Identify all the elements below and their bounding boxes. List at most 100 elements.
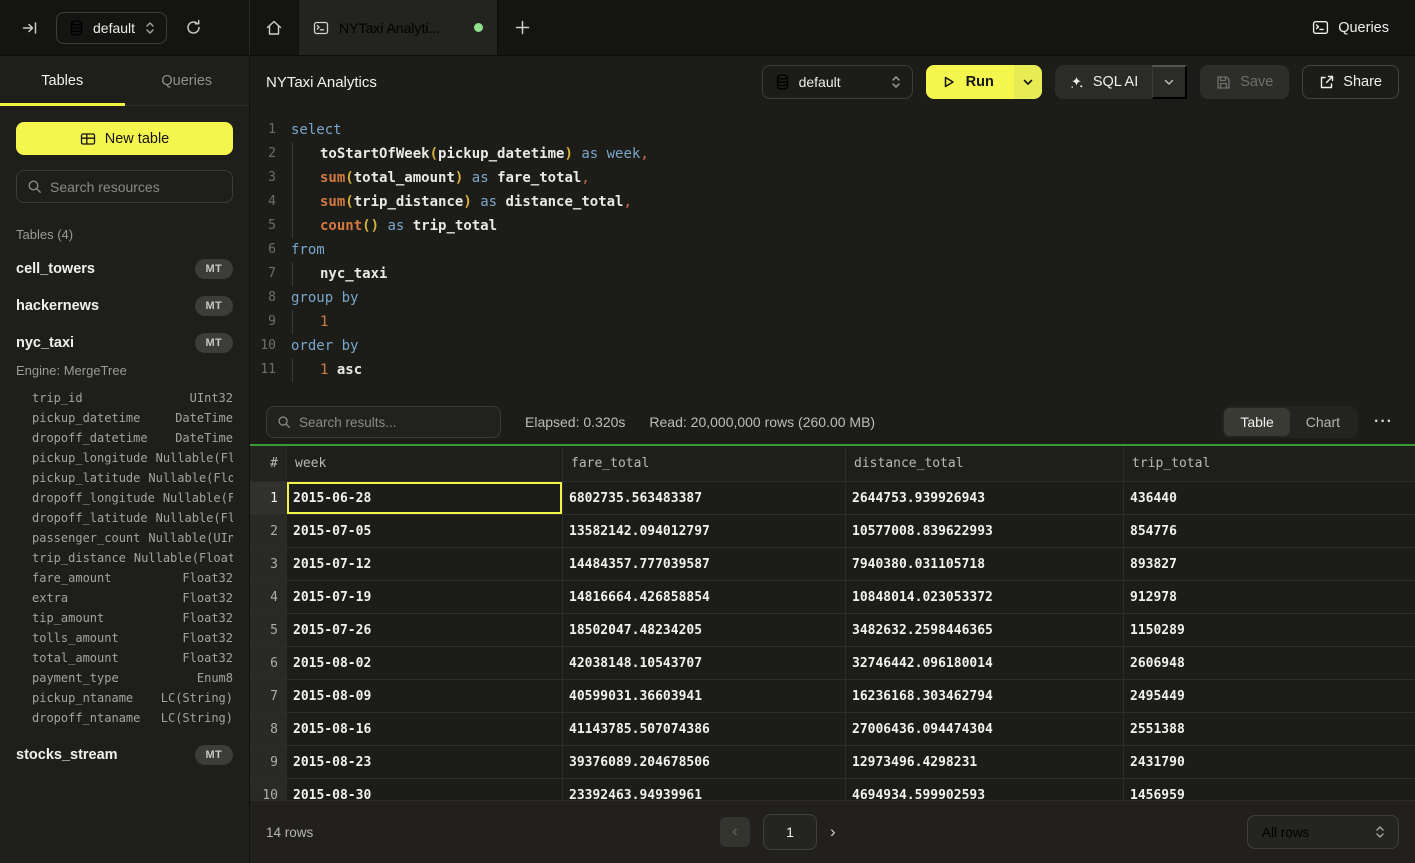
next-page-button[interactable]: › [830,822,836,842]
table-cell[interactable]: 2551388 [1124,713,1415,745]
table-cell[interactable]: 6802735.563483387 [563,482,846,514]
table-cell[interactable]: 40599031.36603941 [563,680,846,712]
queries-button[interactable]: Queries [1312,19,1389,36]
current-page-indicator[interactable]: 1 [763,814,817,850]
table-cell[interactable]: 2606948 [1124,647,1415,679]
token: ) [564,146,572,162]
view-toggle: Table Chart [1222,406,1358,438]
code-line: 5count() as trip_total [250,214,1415,238]
database-select[interactable]: default [762,65,913,99]
table-cell[interactable]: 10848014.023053372 [846,581,1124,613]
table-cell[interactable]: 18502047.48234205 [563,614,846,646]
sidebar-item-nyc_taxi[interactable]: nyc_taxiMT [16,333,233,353]
sidebar-item-cell_towers[interactable]: cell_towersMT [16,259,233,279]
table-cell[interactable]: 1456959 [1124,779,1415,800]
header-cell-distance_total[interactable]: distance_total [846,446,1124,481]
resource-search [16,170,233,203]
sidebar-item-hackernews[interactable]: hackernewsMT [16,296,233,316]
collapse-sidebar-button[interactable] [22,20,38,36]
save-button[interactable]: Save [1200,65,1289,99]
table-cell[interactable]: 10577008.839622993 [846,515,1124,547]
table-cell[interactable]: 2015-07-12 [287,548,563,580]
table-cell[interactable]: 1150289 [1124,614,1415,646]
table-cell[interactable]: 2495449 [1124,680,1415,712]
token: as [581,146,598,162]
table-cell[interactable]: 3482632.2598446365 [846,614,1124,646]
table-cell[interactable]: 2015-08-23 [287,746,563,778]
table-cell[interactable]: 436440 [1124,482,1415,514]
table-cell[interactable]: 16236168.303462794 [846,680,1124,712]
table-cell[interactable]: 2015-08-16 [287,713,563,745]
header-cell-trip_total[interactable]: trip_total [1124,446,1415,481]
search-resources-input[interactable] [50,179,222,195]
sql-ai-button[interactable]: SQL AI [1055,65,1152,99]
sql-ai-options-button[interactable] [1152,65,1187,99]
new-tab-button[interactable] [498,0,546,55]
table-cell[interactable]: 2431790 [1124,746,1415,778]
table-cell[interactable]: 2015-06-28 [287,482,563,514]
table-cell[interactable]: 2015-08-09 [287,680,563,712]
home-button[interactable] [250,0,298,55]
new-table-button[interactable]: New table [16,122,233,155]
column-name: trip_id [32,391,83,405]
table-cell[interactable]: 2015-07-19 [287,581,563,613]
table-cell[interactable]: 2015-08-30 [287,779,563,800]
table-cell[interactable]: 27006436.094474304 [846,713,1124,745]
table-cell[interactable]: 13582142.094012797 [563,515,846,547]
token: ( [345,170,353,186]
table-row: 102015-08-3023392463.949399614694934.599… [250,779,1415,800]
sidebar-item-stocks_stream[interactable]: stocks_streamMT [16,745,233,765]
table-cell[interactable]: 42038148.10543707 [563,647,846,679]
header-cell-fare_total[interactable]: fare_total [563,446,846,481]
table-cell[interactable]: 39376089.204678506 [563,746,846,778]
sql-editor[interactable]: 1select2toStartOfWeek(pickup_datetime) a… [250,108,1415,400]
read-stat: Read: 20,000,000 rows (260.00 MB) [649,414,875,430]
save-icon [1216,75,1231,90]
table-cell[interactable]: 7940380.031105718 [846,548,1124,580]
tab-tables[interactable]: Tables [0,56,125,105]
column-name: dropoff_ntaname [32,711,140,725]
token [598,146,606,162]
column-row: trip_idUInt32 [32,388,233,408]
header-cell-week[interactable]: week [287,446,563,481]
table-cell[interactable]: 2015-08-02 [287,647,563,679]
column-type: Float32 [182,611,233,625]
search-results-input[interactable] [299,415,490,430]
row-number: 5 [250,614,287,646]
token [404,218,412,234]
table-cell[interactable]: 14816664.426858854 [563,581,846,613]
share-button[interactable]: Share [1302,65,1399,99]
row-count-label: 14 rows [266,825,313,840]
view-tab-table[interactable]: Table [1224,408,1289,436]
table-cell[interactable]: 893827 [1124,548,1415,580]
database-select[interactable]: default [56,12,167,44]
table-cell[interactable]: 2015-07-05 [287,515,563,547]
table-cell[interactable]: 23392463.94939961 [563,779,846,800]
view-tab-chart[interactable]: Chart [1290,408,1356,436]
previous-page-button[interactable]: ‹ [720,817,750,847]
table-cell[interactable]: 32746442.096180014 [846,647,1124,679]
table-cell[interactable]: 14484357.777039587 [563,548,846,580]
line-number: 5 [250,214,276,238]
topbar-right-section: Queries [1312,0,1415,55]
table-cell[interactable]: 2015-07-26 [287,614,563,646]
tab-queries[interactable]: Queries [125,56,250,105]
table-cell[interactable]: 854776 [1124,515,1415,547]
table-cell[interactable]: 12973496.4298231 [846,746,1124,778]
topbar-left-section: default [0,0,250,55]
table-cell[interactable]: 2644753.939926943 [846,482,1124,514]
table-cell[interactable]: 41143785.507074386 [563,713,846,745]
tab-nytaxi-analytics[interactable]: NYTaxi Analyti... [298,0,498,55]
more-options-button[interactable]: ··· [1368,413,1399,431]
token: sum [320,194,345,210]
table-cell[interactable]: 912978 [1124,581,1415,613]
run-options-button[interactable] [1014,65,1042,99]
page-size-select[interactable]: All rows [1247,815,1399,849]
code-line: 8group by [250,286,1415,310]
token: order by [291,338,358,354]
code-text: nyc_taxi [291,262,387,286]
code-line: 111 asc [250,358,1415,382]
refresh-button[interactable] [185,19,202,36]
run-button[interactable]: Run [926,65,1014,99]
table-cell[interactable]: 4694934.599902593 [846,779,1124,800]
